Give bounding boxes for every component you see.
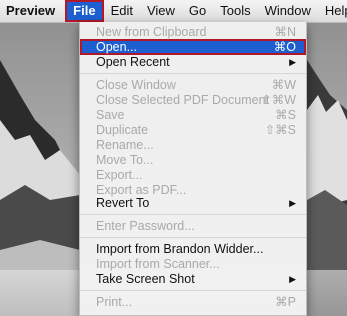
- menu-item-label: Import from Brandon Widder...: [96, 242, 264, 256]
- submenu-arrow-icon: ▶: [289, 57, 296, 67]
- menu-item-new-from-clipboard[interactable]: New from Clipboard ⌘N: [80, 25, 306, 40]
- menu-item-open-recent[interactable]: Open Recent ▶: [80, 55, 306, 70]
- shortcut-label: ⌘W: [271, 78, 296, 92]
- menu-separator: [80, 237, 306, 238]
- submenu-arrow-icon: ▶: [289, 198, 296, 208]
- menu-item-save[interactable]: Save ⌘S: [80, 108, 306, 123]
- menu-separator: [80, 214, 306, 215]
- menu-item-label: Print...: [96, 295, 133, 309]
- shortcut-label: ⌘P: [275, 295, 296, 309]
- menu-separator: [80, 290, 306, 291]
- menu-item-label: New from Clipboard: [96, 25, 207, 39]
- menu-separator: [80, 73, 306, 74]
- menu-item-close-window[interactable]: Close Window ⌘W: [80, 78, 306, 93]
- menu-go[interactable]: Go: [182, 0, 213, 22]
- menu-bar: Preview File Edit View Go Tools Window H…: [0, 0, 347, 23]
- shortcut-label: ⌘O: [273, 40, 296, 54]
- menu-item-label: Import from Scanner...: [96, 257, 220, 271]
- menu-item-export[interactable]: Export...: [80, 168, 306, 183]
- shortcut-label: ⌘S: [275, 108, 296, 122]
- menu-item-close-selected-pdf[interactable]: Close Selected PDF Document ⇧⌘W: [80, 93, 306, 108]
- menu-item-label: Close Window: [96, 78, 176, 92]
- menu-item-label: Open Recent: [96, 55, 170, 69]
- menu-item-label: Revert To: [96, 196, 150, 210]
- menu-window[interactable]: Window: [258, 0, 318, 22]
- shortcut-label: ⇧⌘S: [264, 123, 296, 137]
- menu-item-label: Save: [96, 108, 125, 122]
- shortcut-label: ⇧⌘W: [261, 93, 296, 107]
- file-menu-dropdown: New from Clipboard ⌘N Open... ⌘O Open Re…: [79, 22, 307, 316]
- menu-item-label: Rename...: [96, 138, 154, 152]
- menu-help[interactable]: Help: [318, 0, 347, 22]
- shortcut-label: ⌘N: [274, 25, 296, 39]
- menu-item-label: Duplicate: [96, 123, 149, 137]
- menu-item-import-from-device[interactable]: Import from Brandon Widder...: [80, 242, 306, 257]
- menu-item-open[interactable]: Open... ⌘O: [80, 39, 306, 55]
- menu-item-label: Export...: [96, 168, 143, 182]
- menu-item-take-screen-shot[interactable]: Take Screen Shot ▶: [80, 272, 306, 287]
- menu-item-label: Enter Password...: [96, 219, 195, 233]
- menu-item-revert-to[interactable]: Revert To ▶: [80, 196, 306, 211]
- menu-tools[interactable]: Tools: [213, 0, 257, 22]
- menu-item-enter-password[interactable]: Enter Password...: [80, 219, 306, 234]
- menu-file[interactable]: File: [65, 0, 104, 22]
- menu-item-import-from-scanner[interactable]: Import from Scanner...: [80, 257, 306, 272]
- menu-item-print[interactable]: Print... ⌘P: [80, 295, 306, 310]
- menu-item-label: Open...: [96, 40, 137, 54]
- menu-item-move-to[interactable]: Move To...: [80, 153, 306, 168]
- menu-item-duplicate[interactable]: Duplicate ⇧⌘S: [80, 123, 306, 138]
- menu-item-rename[interactable]: Rename...: [80, 138, 306, 153]
- submenu-arrow-icon: ▶: [289, 274, 296, 284]
- menu-item-label: Close Selected PDF Document: [96, 93, 269, 107]
- menu-item-label: Take Screen Shot: [96, 272, 195, 286]
- menu-view[interactable]: View: [140, 0, 182, 22]
- menu-edit[interactable]: Edit: [104, 0, 140, 22]
- menu-item-label: Move To...: [96, 153, 154, 167]
- menu-preview[interactable]: Preview: [0, 0, 65, 22]
